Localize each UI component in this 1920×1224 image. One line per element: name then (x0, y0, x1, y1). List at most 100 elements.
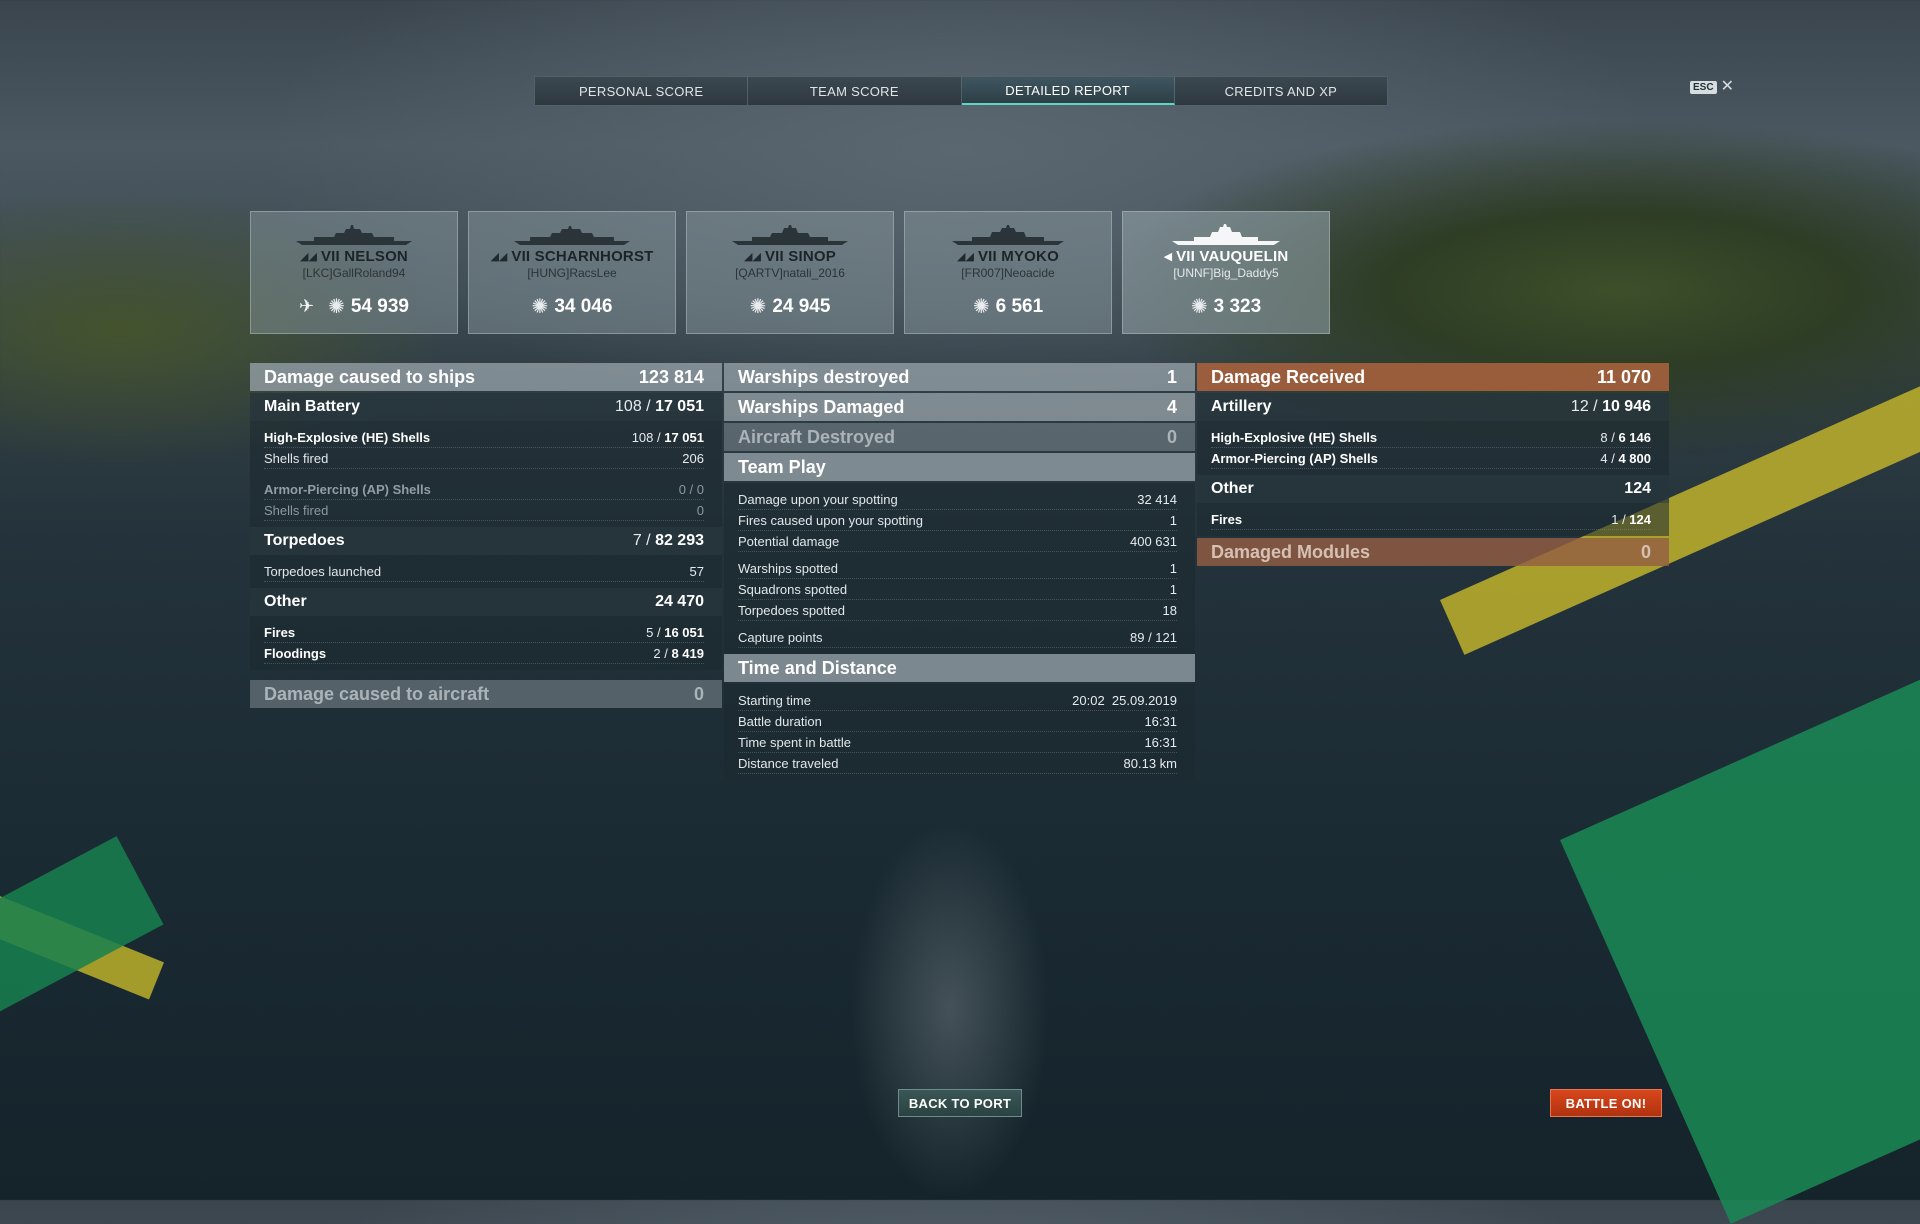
stat-row: Fires caused upon your spotting 1 (738, 510, 1177, 531)
ship-name-row: ◢◢ VII NELSON (300, 248, 408, 265)
ship-name-row: ◢◢ VII MYOKO (957, 248, 1059, 265)
damage-row: ✺ 6 561 (973, 294, 1043, 319)
stat-row: Torpedoes spotted 18 (738, 600, 1177, 621)
battleship-icon: ◢◢ (300, 251, 317, 263)
battleship-silhouette-icon (732, 225, 848, 245)
ship-name: VII VAUQUELIN (1176, 248, 1289, 265)
team-play-header: Team Play (724, 453, 1195, 481)
tab-personal-score[interactable]: PERSONAL SCORE (535, 77, 749, 105)
stat-row: Torpedoes launched 57 (264, 561, 704, 582)
report-tabs: PERSONAL SCORE TEAM SCORE DETAILED REPOR… (534, 76, 1388, 106)
damage-icon: ✺ (972, 296, 990, 318)
damage-received-column: Damage Received 11 070 Artillery 12 / 10… (1197, 363, 1669, 568)
section-title: Damage caused to ships (264, 366, 476, 387)
ship-name-row: ◢◢ VII SCHARNHORST (490, 248, 653, 265)
torpedoes-details: Torpedoes launched 57 (250, 555, 722, 588)
stat-row: Potential damage 400 631 (738, 531, 1177, 552)
map-marker-green (1560, 595, 1920, 1224)
player-name: [LKC]GallRoland94 (302, 266, 406, 280)
ship-card[interactable]: ◢◢ VII NELSON [LKC]GallRoland94 ✈ ✺ 54 9… (250, 211, 458, 334)
damage-icon: ✺ (749, 296, 767, 318)
stat-row: Warships spotted 1 (738, 558, 1177, 579)
damaged-modules-header: Damaged Modules 0 (1197, 538, 1669, 566)
esc-key-icon: ESC (1690, 80, 1717, 94)
other-details: Fires 5 / 16 051 Floodings 2 / 8 419 (250, 616, 722, 670)
damage-caused-header: Damage caused to ships 123 814 (250, 363, 722, 391)
damage-value: 34 046 (554, 295, 613, 317)
aircraft-destroyed-header: Aircraft Destroyed 0 (724, 423, 1195, 451)
ship-name: VII MYOKO (977, 248, 1059, 265)
cruiser-silhouette-icon (952, 225, 1064, 245)
damage-value: 24 945 (772, 295, 831, 317)
damage-value: 3 323 (1213, 295, 1262, 317)
ship-name: VII NELSON (320, 248, 408, 265)
section-value: 123 814 (638, 366, 704, 387)
damage-aircraft-header: Damage caused to aircraft 0 (250, 680, 722, 708)
player-name: [UNNF]Big_Daddy5 (1173, 266, 1279, 280)
artillery-details: High-Explosive (HE) Shells 8 / 6 146 Arm… (1197, 421, 1669, 475)
time-distance-details: Starting time 20:02 25.09.2019 Battle du… (724, 684, 1195, 780)
stat-row: Fires 1 / 124 (1211, 509, 1651, 530)
main-battery-header: Main Battery 108 / 17 051 (250, 393, 722, 421)
cruiser-icon: ◢◢ (957, 251, 974, 263)
ship-name-row: ◢◢ VII SINOP (744, 248, 836, 265)
back-to-port-button[interactable]: BACK TO PORT (898, 1089, 1022, 1117)
destroyer-silhouette-icon (1172, 224, 1280, 245)
battleship-icon: ◢◢ (744, 251, 761, 263)
subsection-value: 24 470 (655, 593, 704, 610)
close-icon: ✕ (1720, 78, 1734, 95)
ship-card-player[interactable]: ◀ VII VAUQUELIN [UNNF]Big_Daddy5 ✺ 3 323 (1122, 211, 1330, 334)
close-button[interactable]: ESC ✕ (1690, 78, 1734, 95)
warships-damaged-header: Warships Damaged 4 (724, 393, 1195, 421)
battle-on-button[interactable]: BATTLE ON! (1550, 1089, 1662, 1117)
stat-row: Shells fired 206 (264, 448, 704, 469)
stat-row: Floodings 2 / 8 419 (264, 643, 704, 664)
battle-summary-column: Warships destroyed 1 Warships Damaged 4 … (724, 363, 1195, 780)
ship-wake (850, 820, 1050, 1200)
damage-row: ✈ ✺ 54 939 (299, 294, 409, 319)
stat-row: Shells fired 0 (264, 500, 704, 521)
damage-row: ✺ 3 323 (1191, 294, 1261, 319)
main-battery-details: High-Explosive (HE) Shells 108 / 17 051 … (250, 421, 722, 527)
artillery-header: Artillery 12 / 10 946 (1197, 393, 1669, 421)
damage-row: ✺ 24 945 (750, 294, 831, 319)
damage-icon: ✺ (328, 296, 345, 318)
other-header: Other 24 470 (250, 588, 722, 616)
player-name: [HUNG]RacsLee (527, 266, 617, 280)
battleship-silhouette-icon (514, 226, 630, 245)
destroyed-ships-list: ◢◢ VII NELSON [LKC]GallRoland94 ✈ ✺ 54 9… (250, 211, 1330, 334)
damage-received-header: Damage Received 11 070 (1197, 363, 1669, 391)
tab-detailed-report[interactable]: DETAILED REPORT (961, 77, 1175, 105)
battleship-silhouette-icon (296, 225, 412, 245)
damage-icon: ✺ (531, 296, 549, 318)
team-play-details: Damage upon your spotting 32 414 Fires c… (724, 483, 1195, 654)
ship-name-row: ◀ VII VAUQUELIN (1164, 248, 1289, 265)
stat-row: Capture points 89 / 121 (738, 627, 1177, 648)
ship-card[interactable]: ◢◢ VII SINOP [QARTV]natali_2016 ✺ 24 945 (686, 211, 894, 334)
received-other-details: Fires 1 / 124 (1197, 503, 1669, 536)
stat-row: Armor-Piercing (AP) Shells 4 / 4 800 (1211, 448, 1651, 469)
player-name: [QARTV]natali_2016 (735, 266, 845, 280)
tab-credits-and-xp[interactable]: CREDITS AND XP (1174, 77, 1387, 105)
stat-row: Armor-Piercing (AP) Shells 0 / 0 (264, 479, 704, 500)
stat-row: High-Explosive (HE) Shells 8 / 6 146 (1211, 427, 1651, 448)
stat-row: Fires 5 / 16 051 (264, 622, 704, 643)
damage-caused-column: Damage caused to ships 123 814 Main Batt… (250, 363, 722, 710)
subsection-value: 7 / 82 293 (632, 532, 704, 549)
stat-row: Time spent in battle 16:31 (738, 732, 1177, 753)
stat-row: Battle duration 16:31 (738, 711, 1177, 732)
battleship-icon: ◢◢ (490, 251, 508, 263)
damage-value: 6 561 (995, 295, 1044, 317)
damage-row: ✺ 34 046 (532, 294, 613, 319)
subsection-title: Other (264, 593, 307, 610)
stat-row: Distance traveled 80.13 km (738, 753, 1177, 774)
ship-card[interactable]: ◢◢ VII MYOKO [FR007]Neoacide ✺ 6 561 (904, 211, 1112, 334)
player-name: [FR007]Neoacide (961, 266, 1055, 280)
plane-icon: ✈ (299, 296, 315, 316)
warships-destroyed-header: Warships destroyed 1 (724, 363, 1195, 391)
ship-card[interactable]: ◢◢ VII SCHARNHORST [HUNG]RacsLee ✺ 34 04… (468, 211, 676, 334)
damage-value: 54 939 (350, 295, 409, 317)
tab-team-score[interactable]: TEAM SCORE (748, 77, 962, 105)
ship-name: VII SINOP (764, 248, 836, 265)
torpedoes-header: Torpedoes 7 / 82 293 (250, 527, 722, 555)
